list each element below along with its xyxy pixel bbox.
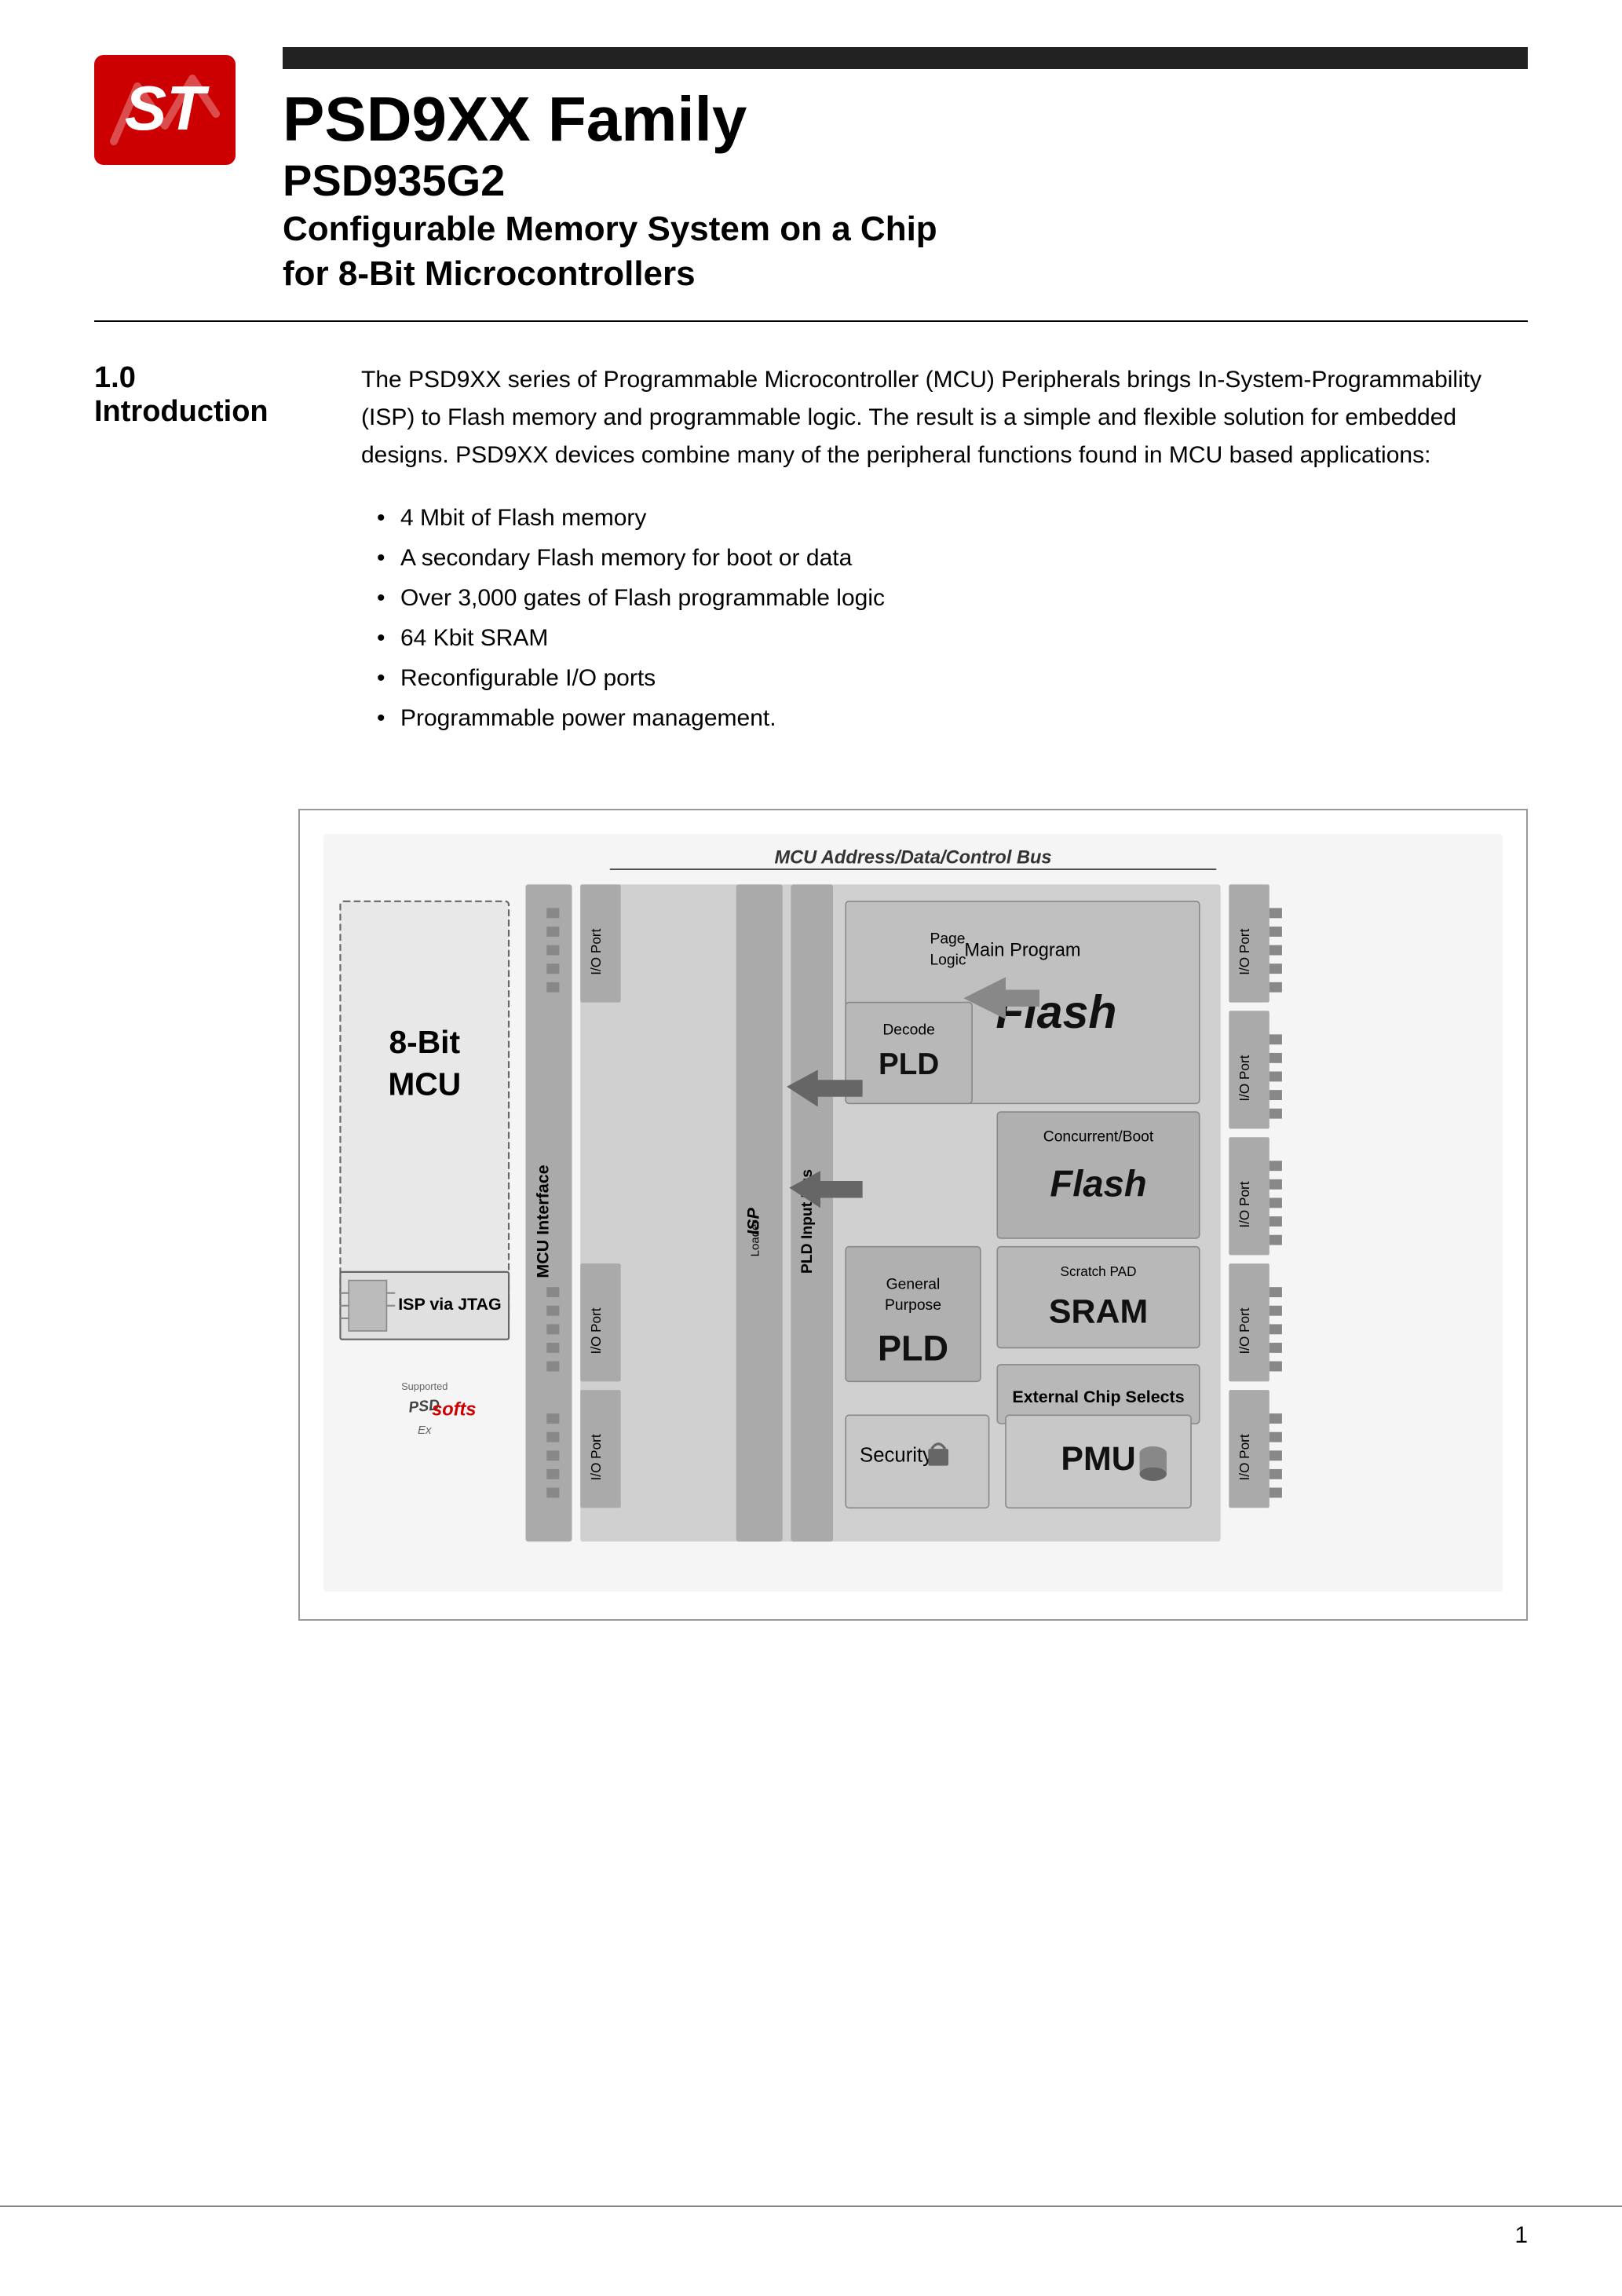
svg-text:PMU: PMU [1061, 1440, 1135, 1478]
svg-text:Decode: Decode [882, 1022, 935, 1038]
bullet-2: A secondary Flash memory for boot or dat… [377, 538, 1528, 578]
diagram-svg: MCU Address/Data/Control Bus 8-Bit MCU I… [323, 834, 1503, 1592]
svg-text:Main Program: Main Program [964, 940, 1080, 960]
main-content: 1.0 Introduction The PSD9XX series of Pr… [0, 322, 1622, 777]
svg-text:MCU Address/Data/Control Bus: MCU Address/Data/Control Bus [774, 847, 1051, 868]
svg-text:I/O Port: I/O Port [1237, 1434, 1252, 1480]
section-name: Introduction [94, 395, 314, 429]
footer: 1 [0, 2206, 1622, 2249]
svg-text:Purpose: Purpose [885, 1297, 941, 1314]
logo-area: ST [94, 55, 236, 169]
top-bar [283, 47, 1528, 69]
bullet-4: 64 Kbit SRAM [377, 618, 1528, 658]
svg-text:SRAM: SRAM [1049, 1292, 1148, 1330]
section-number: 1.0 [94, 361, 314, 395]
svg-text:PLD: PLD [878, 1328, 948, 1368]
section-body: The PSD9XX series of Programmable Microc… [361, 361, 1528, 738]
svg-text:I/O Port: I/O Port [1237, 928, 1252, 974]
svg-text:Supported: Supported [401, 1380, 448, 1392]
svg-text:Ex: Ex [418, 1423, 432, 1436]
svg-text:I/O Port: I/O Port [1237, 1055, 1252, 1101]
svg-text:I/O Port: I/O Port [588, 1307, 604, 1354]
sub-title: PSD935G2 [283, 154, 1528, 207]
svg-text:PLD: PLD [879, 1047, 939, 1080]
description-title: Configurable Memory System on a Chip for… [283, 207, 1528, 296]
svg-text:Page: Page [930, 930, 965, 947]
svg-text:I/O Port: I/O Port [1237, 1181, 1252, 1227]
header: ST PSD9XX Family PSD935G2 Configurable M… [0, 0, 1622, 320]
bullet-5: Reconfigurable I/O ports [377, 658, 1528, 698]
svg-text:ISP via JTAG: ISP via JTAG [398, 1295, 501, 1314]
svg-text:General: General [886, 1276, 941, 1292]
svg-text:Security: Security [860, 1444, 933, 1466]
main-title: PSD9XX Family [283, 85, 1528, 154]
svg-text:Scratch PAD: Scratch PAD [1061, 1263, 1137, 1279]
svg-text:Loader: Loader [749, 1219, 762, 1256]
svg-text:Concurrent/Boot: Concurrent/Boot [1043, 1128, 1154, 1145]
bullet-3: Over 3,000 gates of Flash programmable l… [377, 578, 1528, 618]
svg-text:MCU: MCU [388, 1066, 461, 1102]
svg-text:MCU Interface: MCU Interface [533, 1164, 552, 1278]
svg-text:8-Bit: 8-Bit [389, 1024, 460, 1060]
svg-text:I/O Port: I/O Port [1237, 1307, 1252, 1354]
svg-text:I/O Port: I/O Port [588, 1434, 604, 1480]
svg-text:Logic: Logic [930, 952, 966, 968]
section-label: 1.0 Introduction [94, 361, 314, 738]
bullet-6: Programmable power management. [377, 698, 1528, 738]
st-logo: ST [94, 55, 236, 165]
title-area: PSD9XX Family PSD935G2 Configurable Memo… [283, 47, 1528, 297]
bullet-1: 4 Mbit of Flash memory [377, 498, 1528, 538]
intro-paragraph: The PSD9XX series of Programmable Microc… [361, 361, 1528, 474]
bullet-list: 4 Mbit of Flash memory A secondary Flash… [377, 498, 1528, 738]
svg-text:Flash: Flash [1050, 1163, 1146, 1205]
svg-text:I/O Port: I/O Port [588, 928, 604, 974]
block-diagram: MCU Address/Data/Control Bus 8-Bit MCU I… [298, 809, 1528, 1621]
svg-text:softs: softs [432, 1399, 476, 1420]
svg-text:External Chip Selects: External Chip Selects [1012, 1387, 1184, 1406]
page-number: 1 [1514, 2222, 1528, 2249]
